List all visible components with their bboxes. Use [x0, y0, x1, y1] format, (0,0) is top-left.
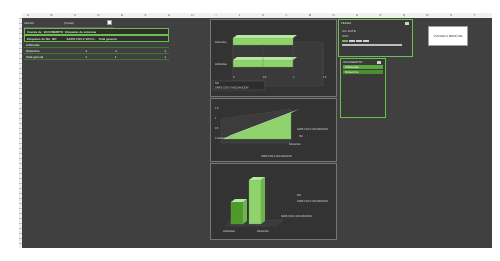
fecha-slicer-year: 2021 — [342, 34, 349, 38]
pivot-value: 1 — [115, 48, 117, 53]
fecha-filter-value[interactable]: (Todas) — [64, 21, 74, 25]
chart3-svg: Arbitrarias Diciembre NO SARS COV-2 VACU… — [223, 177, 328, 233]
pivot-row[interactable]: Total general 1 1 1 — [24, 54, 169, 60]
chart3-side-label: SARS COV-2 VACUNACION — [281, 215, 312, 218]
slicer-item[interactable]: Diciembre — [343, 70, 383, 74]
pivot-row-label: Total general — [26, 54, 44, 59]
pivot-value: 1 — [164, 48, 166, 53]
bar — [232, 37, 294, 46]
chart2-legend-series: SARS COV-2 VACUNACION — [297, 128, 328, 131]
fecha-filter-dropdown-icon[interactable] — [107, 20, 112, 25]
status-area — [0, 248, 500, 261]
pivot-header-row-2: Etiquetas de fila NO SARS COV-2 VACU... … — [24, 35, 169, 42]
pivot-row-label: Diciembre — [26, 48, 40, 53]
chart3-x-label: Diciembre — [257, 229, 269, 233]
pivot-value: 1 — [164, 54, 166, 59]
pivot-row-label: Arbitrarias — [26, 42, 40, 47]
area-chart[interactable]: 0 0.5 1 1.5 Arbitrarias Diciembre SARS COV-… — [210, 98, 337, 162]
tick-label: 1 — [215, 117, 217, 120]
chart2-svg: 00.511.5 Arbitrarias Diciembre SARS COV-… — [215, 107, 328, 158]
pivot-cell[interactable]: Etiquetas de fila — [25, 37, 50, 41]
month-segment[interactable] — [363, 40, 369, 42]
pivot-value: 1 — [85, 54, 87, 59]
bar-chart-vertical[interactable]: Arbitrarias Diciembre NO SARS COV-2 VACU… — [210, 163, 337, 240]
chart1-legend-series: SARS COV-2 VACUNACION — [215, 86, 249, 90]
category-label: Arbitrarias — [215, 62, 228, 66]
pivot-value: 1 — [85, 48, 88, 53]
bar-chart-horizontal[interactable]: 0 0.5 1 1.5 Diciembre Arbitrarias NO SARS CO… — [210, 19, 337, 97]
chart3-legend-series: SARS COV-2 VACUNACION — [297, 200, 328, 203]
tick-label: 1.5 — [215, 107, 219, 110]
pivot-cell: SARS COV-2 VACU... — [66, 36, 97, 41]
pivot-header-row-1: Cuenta de VACUNERITO Etiquetas de column… — [24, 28, 169, 35]
bar — [248, 179, 262, 225]
fecha-slicer-title: FECHA — [341, 21, 352, 25]
chart2-legend-no: NO — [299, 135, 303, 138]
chart2-bottom-legend: SARS COV-2 VACUNACION — [261, 155, 292, 158]
tick-label: 1.5 — [323, 76, 327, 79]
fecha-filter-label: FECHA — [24, 21, 35, 25]
pivot-cell: Cuenta de — [27, 29, 42, 34]
chart1-legend-header: NO — [215, 81, 219, 85]
bar-top — [233, 35, 297, 38]
chart3-x-label: Arbitrarias — [223, 229, 236, 233]
month-segment[interactable] — [342, 40, 348, 42]
bar — [230, 201, 244, 225]
pivot-cell: Total general — [98, 36, 117, 41]
chart3-legend-no: NO — [297, 193, 301, 197]
tick-label: 0.5 — [215, 127, 219, 130]
chart2-x-label: Arbitrarias — [217, 136, 230, 140]
clear-filter-icon[interactable] — [405, 22, 409, 25]
fecha-scrollbar[interactable] — [342, 44, 402, 46]
pivot-cell[interactable]: VACUNERITO — [42, 30, 64, 34]
bar-top — [233, 57, 297, 60]
bar-side — [261, 177, 265, 224]
fecha-timeline-slicer[interactable]: FECHA ALL DATE 2021 — [338, 19, 413, 57]
bar-side — [243, 199, 247, 224]
chart2-x-label: Diciembre — [289, 142, 301, 146]
category-label: Diciembre — [215, 40, 227, 44]
pivot-value: 1 — [114, 54, 117, 59]
month-segment[interactable] — [356, 40, 362, 42]
fecha-filter-row: FECHA (Todas) — [24, 19, 114, 28]
vacunerito-slicer[interactable]: VACUNERITO Arbitrarias Diciembre — [340, 58, 386, 118]
volver-menu-button[interactable]: VOLVER A MENÚ DE — [428, 26, 468, 46]
month-segment[interactable] — [349, 40, 355, 42]
clear-filter-icon[interactable] — [377, 61, 381, 64]
pivot-cell: Etiquetas de columna — [65, 29, 97, 34]
slicer-item[interactable]: Arbitrarias — [343, 65, 383, 69]
chart1-svg: 0 0.5 1 1.5 DiciembreArbitrarias NO SARS CO… — [212, 35, 327, 91]
pivot-table: Cuenta de VACUNERITO Etiquetas de column… — [24, 28, 169, 60]
pivot-cell: NO — [52, 36, 57, 41]
fecha-month-strip[interactable] — [342, 39, 382, 43]
fecha-slicer-subtitle: ALL DATE — [342, 29, 356, 33]
